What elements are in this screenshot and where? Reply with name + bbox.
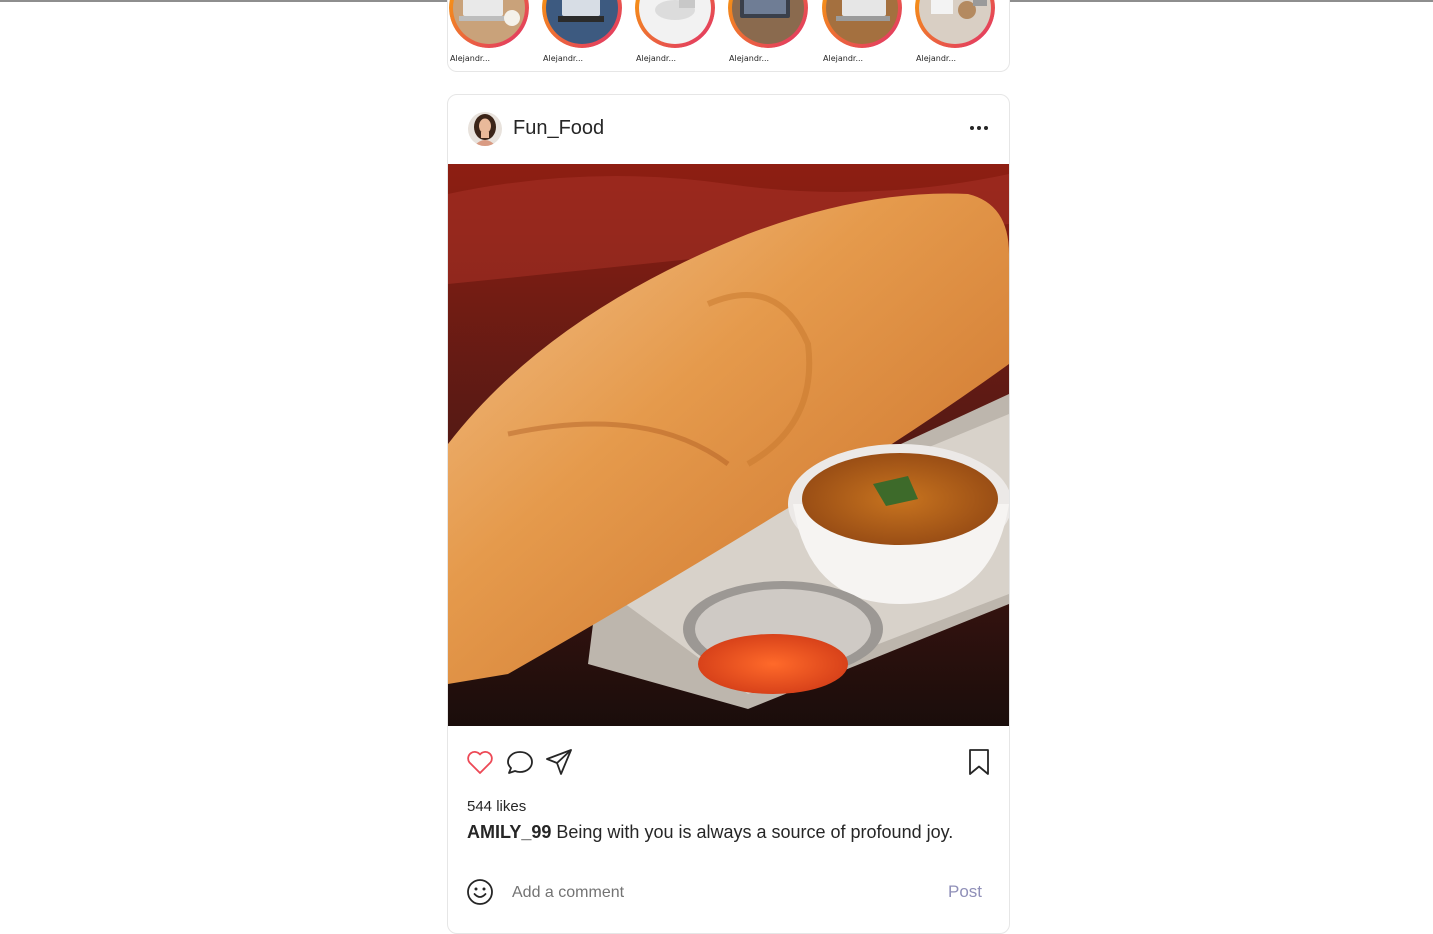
- comment-bar: Post: [448, 878, 1009, 914]
- story-avatar[interactable]: [449, 0, 529, 48]
- caption-text: Being with you is always a source of pro…: [556, 822, 954, 842]
- more-options-icon[interactable]: [966, 118, 992, 138]
- story-username: Alejandr...: [823, 54, 864, 63]
- post-caption: AMILY_99 Being with you is always a sour…: [467, 822, 953, 843]
- emoji-smile-icon[interactable]: [466, 878, 494, 906]
- post-card: Fun_Food 544 likes AMILY_99 Being with y…: [447, 94, 1010, 934]
- post-header: Fun_Food: [448, 95, 1009, 164]
- comment-input[interactable]: [512, 880, 912, 906]
- story-avatar[interactable]: [728, 0, 808, 48]
- likes-count[interactable]: 544 likes: [467, 798, 526, 815]
- bookmark-icon[interactable]: [964, 747, 994, 777]
- post-actions: [448, 745, 1009, 781]
- comment-bubble-icon[interactable]: [505, 747, 535, 777]
- story-username: Alejandr...: [450, 54, 491, 63]
- story-username: Alejandr...: [916, 54, 957, 63]
- post-username[interactable]: Fun_Food: [513, 117, 604, 140]
- avatar[interactable]: [468, 112, 502, 146]
- story-username: Alejandr...: [636, 54, 677, 63]
- story-avatar[interactable]: [915, 0, 995, 48]
- share-send-icon[interactable]: [544, 747, 574, 777]
- story-avatar[interactable]: [822, 0, 902, 48]
- post-image[interactable]: [448, 164, 1009, 726]
- post-comment-button[interactable]: Post: [948, 882, 982, 902]
- stories-strip: Alejandr... Alejandr... Alejandr... Alej…: [447, 0, 1010, 72]
- like-heart-icon[interactable]: [465, 747, 495, 777]
- story-username: Alejandr...: [729, 54, 770, 63]
- story-avatar[interactable]: [542, 0, 622, 48]
- story-avatar[interactable]: [635, 0, 715, 48]
- story-username: Alejandr...: [543, 54, 584, 63]
- caption-username[interactable]: AMILY_99: [467, 822, 551, 842]
